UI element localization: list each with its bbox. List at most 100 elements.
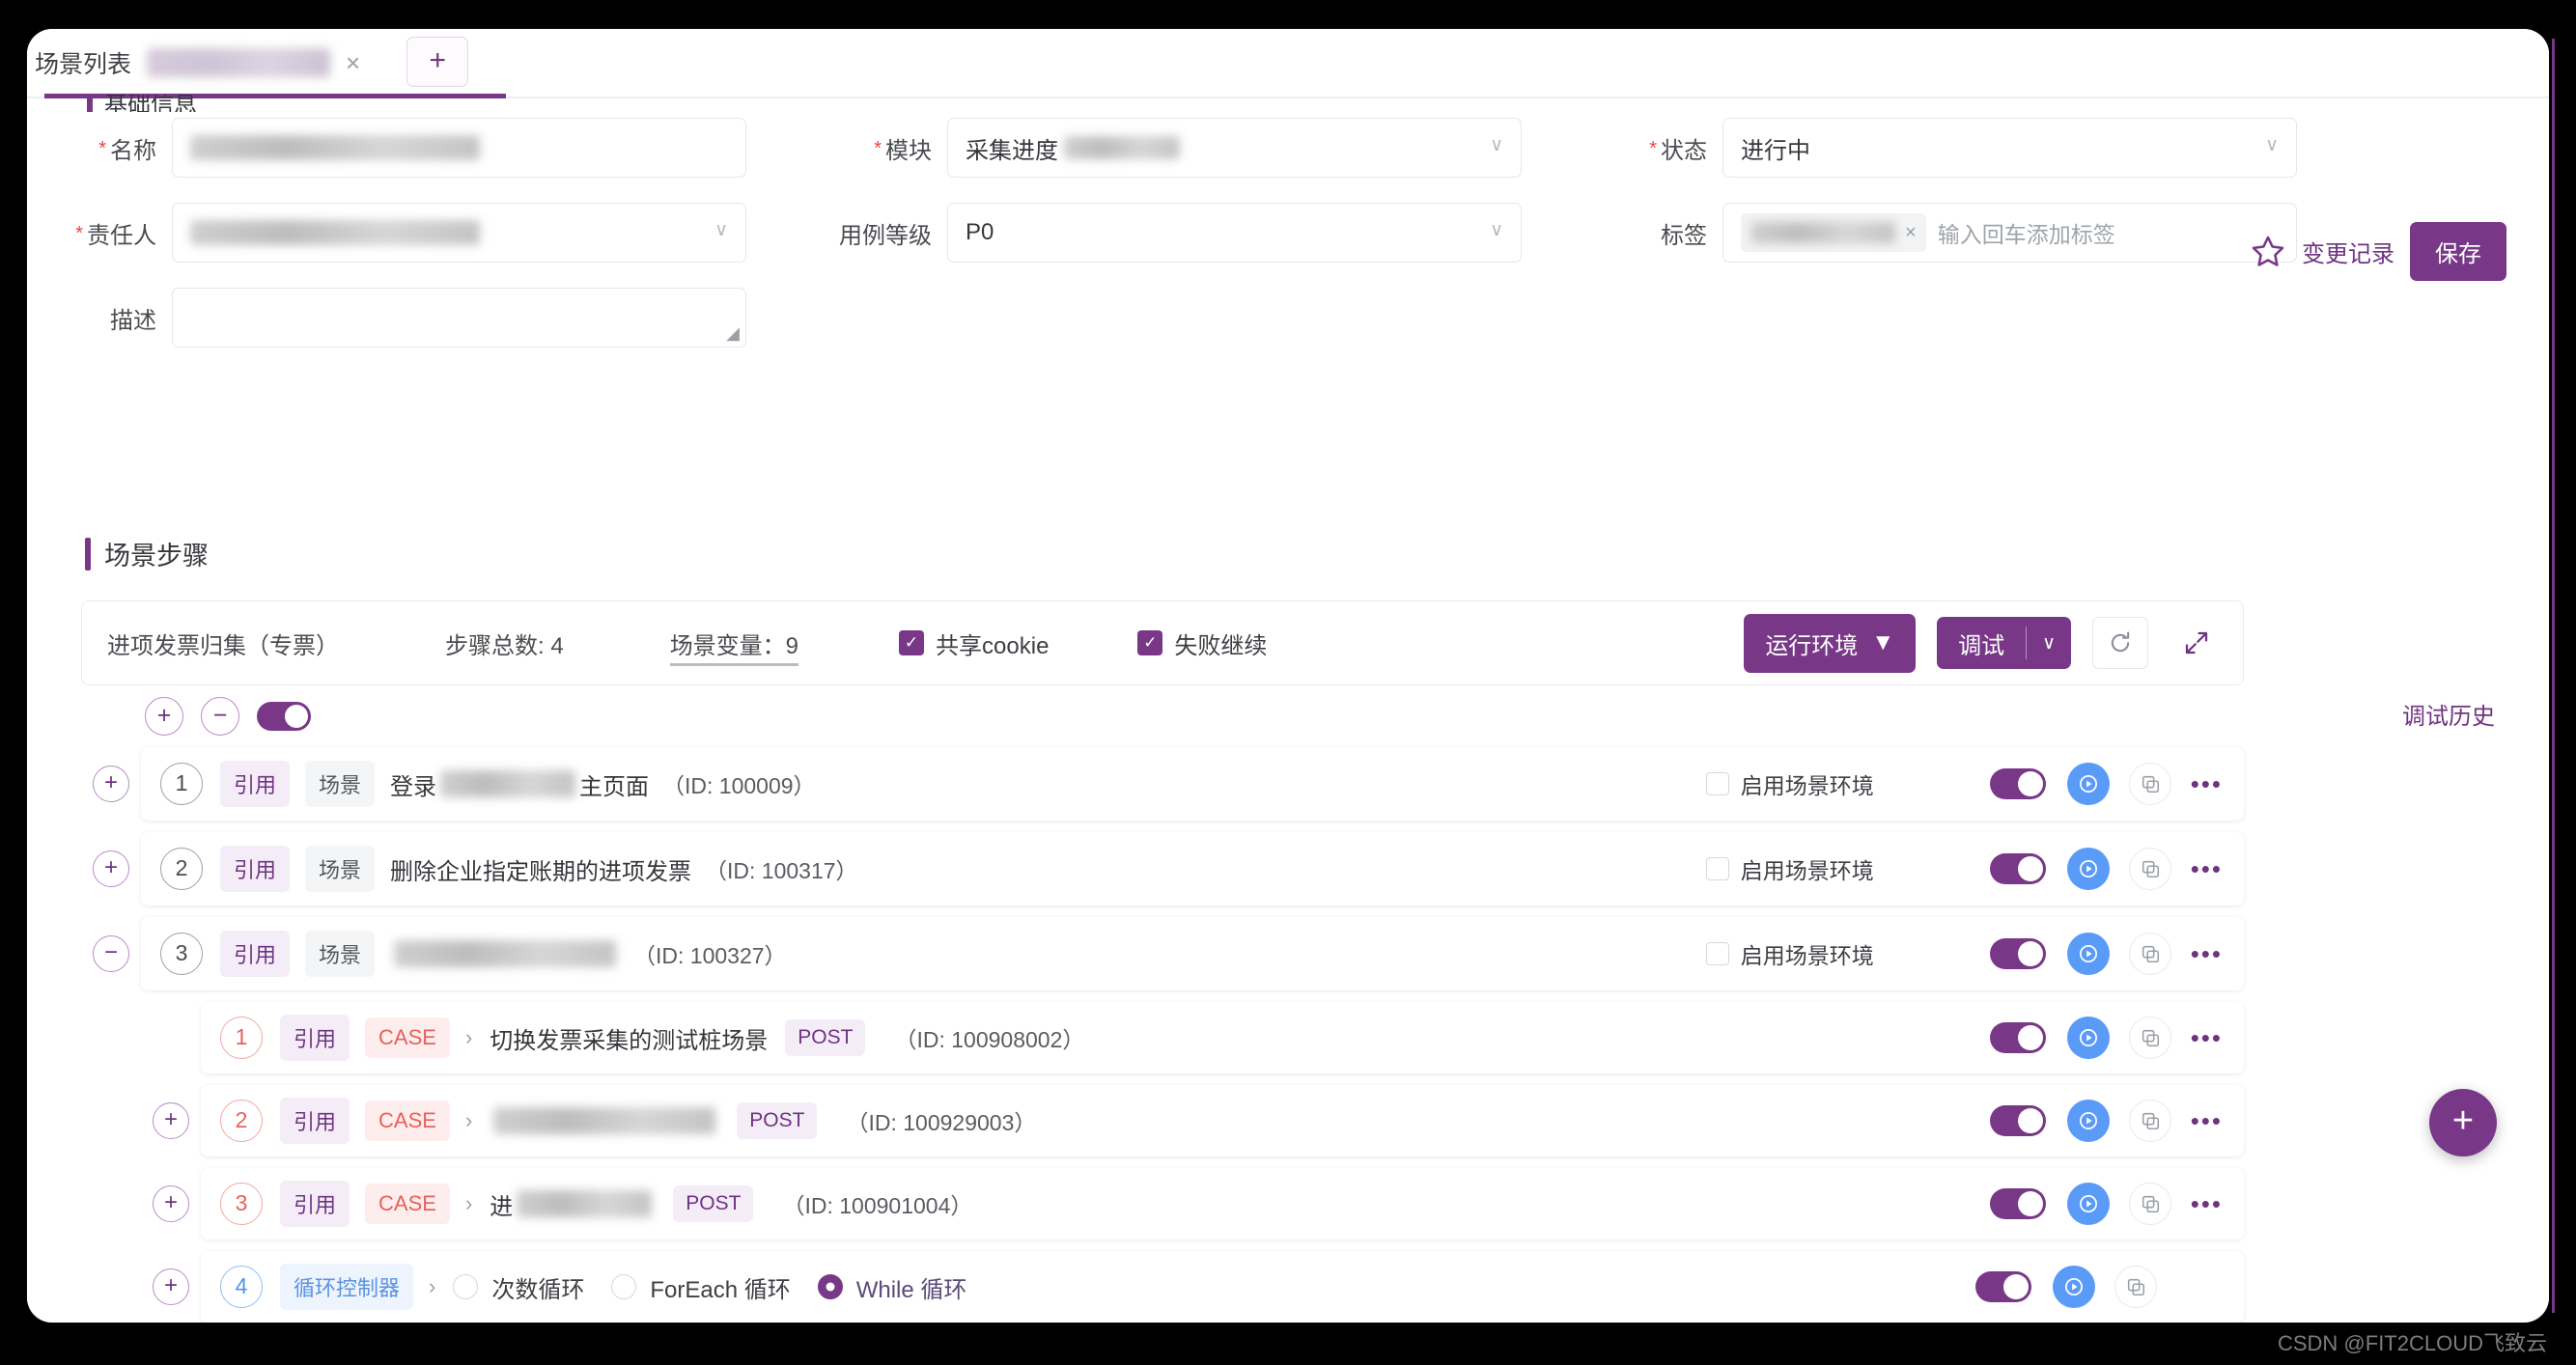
debug-history-link[interactable]: 调试历史: [2402, 697, 2495, 731]
tags-placeholder: 输入回车添加标签: [1938, 216, 2115, 249]
copy-step-icon[interactable]: [2129, 763, 2171, 805]
table-row[interactable]: 2引用场景删除企业指定账期的进项发票（ID: 100317）启用场景环境•••: [141, 832, 2244, 905]
chevron-right-icon[interactable]: ›: [465, 1191, 472, 1216]
step-enabled-toggle[interactable]: [1990, 1188, 2046, 1219]
expand-all-button[interactable]: +: [145, 697, 183, 736]
tag-value-redacted: [1750, 222, 1895, 243]
table-row[interactable]: 3引用场景（ID: 100327）启用场景环境•••: [141, 917, 2244, 990]
collapse-step-button[interactable]: −: [93, 935, 129, 972]
enable-scene-env-checkbox[interactable]: 启用场景环境: [1706, 767, 1874, 800]
expand-step-button[interactable]: +: [93, 850, 129, 887]
debug-split-button[interactable]: 调试 ∨: [1937, 617, 2071, 669]
radio-label[interactable]: ForEach 循环: [650, 1270, 790, 1304]
continue-on-fail-checkbox[interactable]: ✓ 失败继续: [1137, 627, 1267, 660]
run-step-icon[interactable]: [2053, 1266, 2095, 1308]
resize-handle-icon[interactable]: ◢: [726, 323, 740, 344]
run-step-icon[interactable]: [2067, 1183, 2110, 1225]
tags-input[interactable]: × 输入回车添加标签: [1722, 203, 2297, 263]
level-label: 用例等级: [802, 216, 947, 250]
step-index-badge: 2: [220, 1100, 263, 1142]
refresh-icon[interactable]: [2092, 617, 2148, 669]
tab-active[interactable]: 场景列表 ×: [27, 29, 385, 97]
steps-toolbar: 进项发票归集（专票） 步骤总数: 4 场景变量：9 ✓ 共享cookie ✓ 失…: [81, 600, 2244, 685]
run-environment-button[interactable]: 运行环境 ▼: [1744, 614, 1916, 673]
radio-unselected[interactable]: [611, 1274, 636, 1299]
copy-step-icon[interactable]: [2129, 1183, 2171, 1225]
enable-scene-env-checkbox[interactable]: 启用场景环境: [1706, 852, 1874, 885]
chevron-down-icon: ▼: [1871, 629, 1894, 656]
run-step-icon[interactable]: [2067, 1017, 2110, 1059]
continue-on-fail-label: 失败继续: [1174, 627, 1267, 660]
run-step-icon[interactable]: [2067, 763, 2110, 805]
table-row[interactable]: 1引用场景登录主页面（ID: 100009）启用场景环境•••: [141, 747, 2244, 821]
copy-step-icon[interactable]: [2114, 1266, 2157, 1308]
step-enabled-toggle[interactable]: [1990, 768, 2046, 799]
status-select[interactable]: 进行中 ∨: [1722, 118, 2297, 178]
name-input[interactable]: [172, 118, 746, 178]
chevron-down-icon[interactable]: ∨: [2027, 617, 2071, 669]
step-index-badge: 1: [220, 1017, 263, 1059]
step-enabled-toggle[interactable]: [1990, 1105, 2046, 1136]
table-row[interactable]: 3引用CASE›进POST（ID: 100901004）•••: [201, 1168, 2244, 1240]
step-title-text: 删除企业指定账期的进项发票: [390, 852, 691, 886]
step-enabled-toggle[interactable]: [1990, 1022, 2046, 1053]
copy-step-icon[interactable]: [2129, 848, 2171, 890]
scenario-form: *名称 *模块 采集进度 ∨ *状态: [27, 118, 2238, 373]
radio-unselected[interactable]: [453, 1274, 478, 1299]
close-icon[interactable]: ×: [342, 50, 364, 75]
module-select[interactable]: 采集进度 ∨: [947, 118, 1522, 178]
play-glyph: [2076, 1108, 2101, 1133]
close-icon[interactable]: ×: [1905, 222, 1917, 244]
chevron-right-icon[interactable]: ›: [429, 1274, 435, 1299]
expand-step-button[interactable]: +: [153, 1102, 189, 1139]
collapse-all-button[interactable]: −: [201, 697, 239, 736]
radio-label[interactable]: While 循环: [856, 1270, 967, 1304]
tag-chip[interactable]: ×: [1741, 213, 1926, 252]
add-tab-button[interactable]: +: [406, 37, 468, 87]
form-row-3: 描述 ◢: [27, 288, 2238, 348]
radio-selected[interactable]: [818, 1274, 843, 1299]
checkbox-checked-icon: ✓: [1137, 630, 1162, 655]
chevron-right-icon[interactable]: ›: [465, 1108, 472, 1133]
description-textarea[interactable]: ◢: [172, 288, 746, 348]
level-select[interactable]: P0 ∨: [947, 203, 1522, 263]
step-enabled-toggle[interactable]: [1975, 1271, 2031, 1302]
enable-all-toggle[interactable]: [257, 702, 311, 731]
table-row[interactable]: 4循环控制器›次数循环ForEach 循环While 循环: [201, 1251, 2244, 1323]
more-actions-icon[interactable]: •••: [2191, 1116, 2223, 1126]
expand-icon[interactable]: [2175, 622, 2218, 664]
copy-step-icon[interactable]: [2129, 1100, 2171, 1142]
radio-label[interactable]: 次数循环: [491, 1270, 584, 1304]
chevron-down-icon: ∨: [2265, 134, 2279, 156]
more-actions-icon[interactable]: •••: [2191, 779, 2223, 789]
scenario-variables[interactable]: 场景变量：9: [670, 627, 798, 660]
step-type-badge: CASE: [365, 1184, 450, 1224]
expand-step-button[interactable]: +: [153, 1268, 189, 1305]
table-row[interactable]: 2引用CASE›POST（ID: 100929003）•••: [201, 1085, 2244, 1156]
copy-step-icon[interactable]: [2129, 933, 2171, 975]
star-icon[interactable]: [2250, 234, 2286, 270]
more-actions-icon[interactable]: •••: [2191, 949, 2223, 959]
checkbox-checked-icon: ✓: [899, 630, 924, 655]
debug-label[interactable]: 调试: [1937, 617, 2026, 669]
more-actions-icon[interactable]: •••: [2191, 1199, 2223, 1209]
save-button[interactable]: 保存: [2410, 222, 2506, 281]
share-cookie-checkbox[interactable]: ✓ 共享cookie: [899, 627, 1049, 660]
expand-step-button[interactable]: +: [93, 766, 129, 802]
add-step-fab[interactable]: +: [2429, 1089, 2497, 1156]
step-id: （ID: 100908002）: [894, 1021, 1084, 1054]
table-row[interactable]: 1引用CASE›切换发票采集的测试桩场景POST（ID: 100908002）•…: [201, 1002, 2244, 1073]
step-enabled-toggle[interactable]: [1990, 938, 2046, 969]
change-log-link[interactable]: 变更记录: [2302, 235, 2394, 268]
copy-step-icon[interactable]: [2129, 1017, 2171, 1059]
enable-scene-env-checkbox[interactable]: 启用场景环境: [1706, 937, 1874, 970]
more-actions-icon[interactable]: •••: [2191, 864, 2223, 874]
run-step-icon[interactable]: [2067, 933, 2110, 975]
more-actions-icon[interactable]: •••: [2191, 1033, 2223, 1043]
owner-select[interactable]: ∨: [172, 203, 746, 263]
step-enabled-toggle[interactable]: [1990, 853, 2046, 884]
chevron-right-icon[interactable]: ›: [465, 1025, 472, 1050]
run-step-icon[interactable]: [2067, 1100, 2110, 1142]
expand-step-button[interactable]: +: [153, 1185, 189, 1222]
run-step-icon[interactable]: [2067, 848, 2110, 890]
